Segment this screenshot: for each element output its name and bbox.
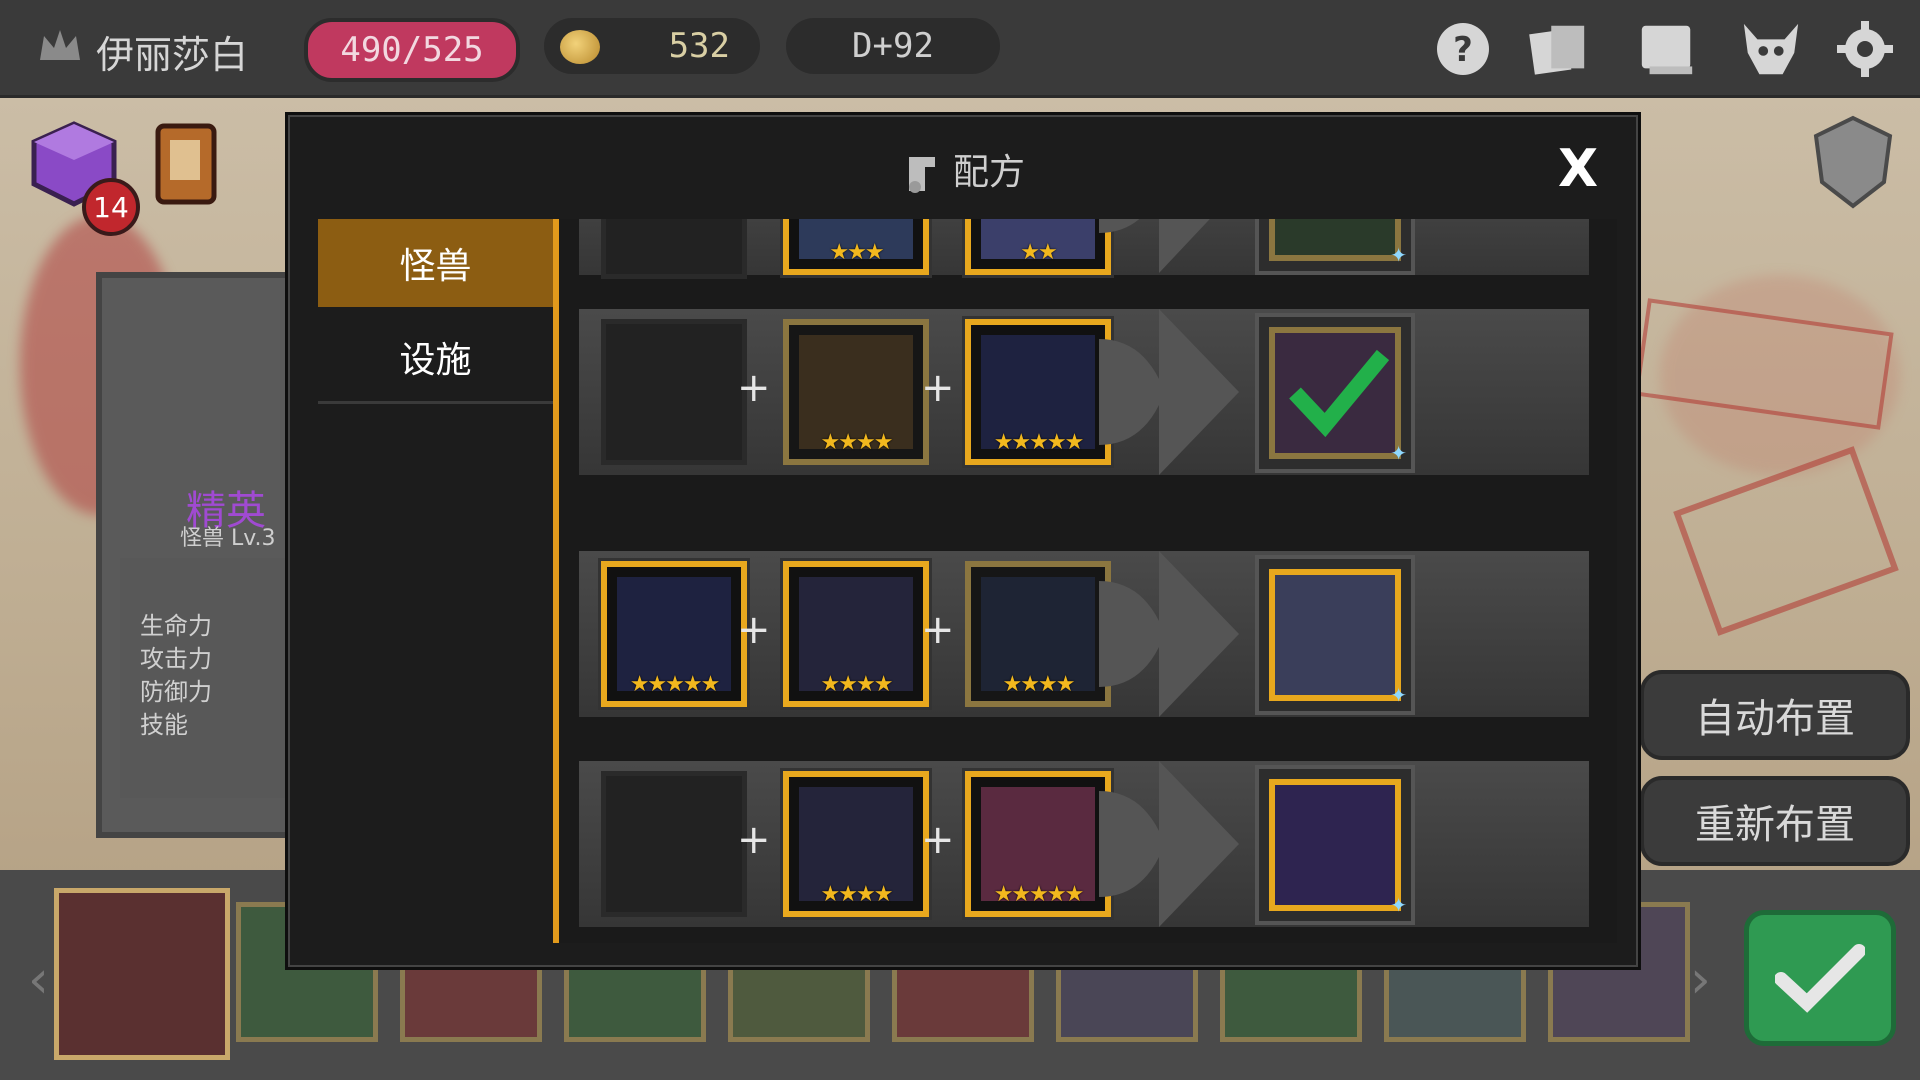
star-rating: ★★★ [829, 240, 884, 265]
plus-icon: + [921, 817, 955, 863]
star-rating: ★★★★★ [629, 672, 721, 697]
arrow-icon [1099, 761, 1239, 927]
cards-icon[interactable] [1528, 18, 1590, 80]
recipe-row: ★★★★★ + ★★★★ + ★★★★ ✦ [579, 551, 1589, 717]
arrow-icon [1099, 219, 1210, 273]
recipe-list[interactable]: ★★★ ★★ ✦ + ★★★★ + ★★★★★ ✦ ★★★★★ + ★★★★ +… [559, 219, 1617, 943]
spellbook-icon[interactable] [148, 118, 228, 214]
star-rating: ★★★★★ [993, 882, 1085, 907]
auto-place-button[interactable]: 自动布置 [1640, 670, 1910, 760]
ingredient-slot-empty [601, 319, 747, 465]
recipe-row: + ★★★★ + ★★★★★ ✦ [579, 761, 1589, 927]
scroll-icon [908, 157, 935, 193]
star-rating: ★★★★ [820, 430, 894, 455]
inventory-count-badge: 14 [82, 178, 140, 236]
monster-card[interactable] [54, 888, 230, 1060]
coin-icon [560, 30, 600, 64]
result-slot[interactable]: ✦ [1255, 555, 1415, 715]
plus-icon: + [737, 607, 771, 653]
demon-skull-icon[interactable] [1740, 18, 1802, 80]
plus-icon: + [921, 365, 955, 411]
crown-icon [40, 30, 80, 60]
reset-place-button[interactable]: 重新布置 [1640, 776, 1910, 866]
monster-type-level: 怪兽 Lv.3 [180, 526, 276, 551]
modal-title-text: 配方 [952, 152, 1025, 193]
result-slot[interactable]: ✦ [1255, 313, 1415, 473]
stat-skill-label: 技能 [140, 711, 188, 739]
star-rating: ★★ [1020, 240, 1057, 265]
ingredient-slot[interactable]: ★★★★★ [601, 561, 747, 707]
star-rating: ★★★★★ [993, 430, 1085, 455]
scroll-right-icon[interactable]: › [1690, 950, 1711, 1010]
diamond-icon: ✦ [1390, 441, 1407, 465]
arrow-icon [1099, 551, 1239, 717]
gear-icon[interactable] [1834, 18, 1896, 80]
ingredient-slot[interactable]: ★★★★ [783, 771, 929, 917]
ingredient-slot[interactable]: ★★★★ [783, 319, 929, 465]
ingredient-slot[interactable]: ★★★★★ [965, 771, 1111, 917]
arrow-icon [1099, 309, 1239, 475]
star-rating: ★★★★ [820, 882, 894, 907]
stat-defense-label: 防御力 [140, 678, 212, 706]
plus-icon: + [921, 607, 955, 653]
ingredient-slot-empty [601, 771, 747, 917]
recipe-row: + ★★★★ + ★★★★★ ✦ [579, 309, 1589, 475]
plus-icon: + [737, 365, 771, 411]
diamond-icon: ✦ [1390, 893, 1407, 917]
ingredient-slot[interactable]: ★★★★ [783, 561, 929, 707]
tab-facility[interactable]: 设施 [318, 313, 553, 404]
ingredient-slot[interactable]: ★★ [965, 219, 1111, 275]
result-slot[interactable]: ✦ [1255, 765, 1415, 925]
stat-hp-label: 生命力 [140, 612, 212, 640]
plus-icon: + [737, 817, 771, 863]
ingredient-slot[interactable]: ★★★ [783, 219, 929, 275]
scroll-left-icon[interactable]: ‹ [28, 950, 49, 1010]
checkmark-icon [1289, 349, 1389, 437]
ingredient-slot[interactable]: ★★★★ [965, 561, 1111, 707]
diamond-icon: ✦ [1390, 243, 1407, 267]
ingredient-slot-empty [601, 219, 747, 279]
stat-attack-label: 攻击力 [140, 645, 212, 673]
book-icon[interactable] [1636, 18, 1698, 80]
day-counter: D+92 [786, 18, 1000, 74]
modal-title: 配方 [288, 143, 1638, 195]
hp-counter: 490/525 [304, 18, 520, 82]
help-icon[interactable]: ? [1432, 18, 1494, 80]
close-button[interactable]: X [1558, 139, 1598, 199]
category-tabs: 怪兽 设施 [318, 219, 559, 943]
monster-info-panel [96, 272, 308, 838]
top-bar: 伊丽莎白 490/525 532 D+92 ? [0, 0, 1920, 98]
checkmark-icon [1775, 944, 1865, 1013]
ingredient-slot[interactable]: ★★★★★ [965, 319, 1111, 465]
diamond-icon: ✦ [1390, 683, 1407, 707]
recipe-row: ★★★ ★★ ✦ [579, 219, 1589, 279]
recipe-modal: 配方 X 怪兽 设施 ★★★ ★★ ✦ + ★★★★ + ★★★★★ ✦ ★★★… [285, 112, 1641, 970]
confirm-button[interactable] [1744, 910, 1896, 1046]
player-name: 伊丽莎白 [96, 33, 249, 77]
star-rating: ★★★★ [820, 672, 894, 697]
shield-emblem-icon[interactable] [1804, 112, 1902, 212]
star-rating: ★★★★ [1002, 672, 1076, 697]
result-slot[interactable]: ✦ [1255, 219, 1415, 275]
tab-monster[interactable]: 怪兽 [318, 219, 553, 307]
svg-text:?: ? [1453, 30, 1473, 70]
